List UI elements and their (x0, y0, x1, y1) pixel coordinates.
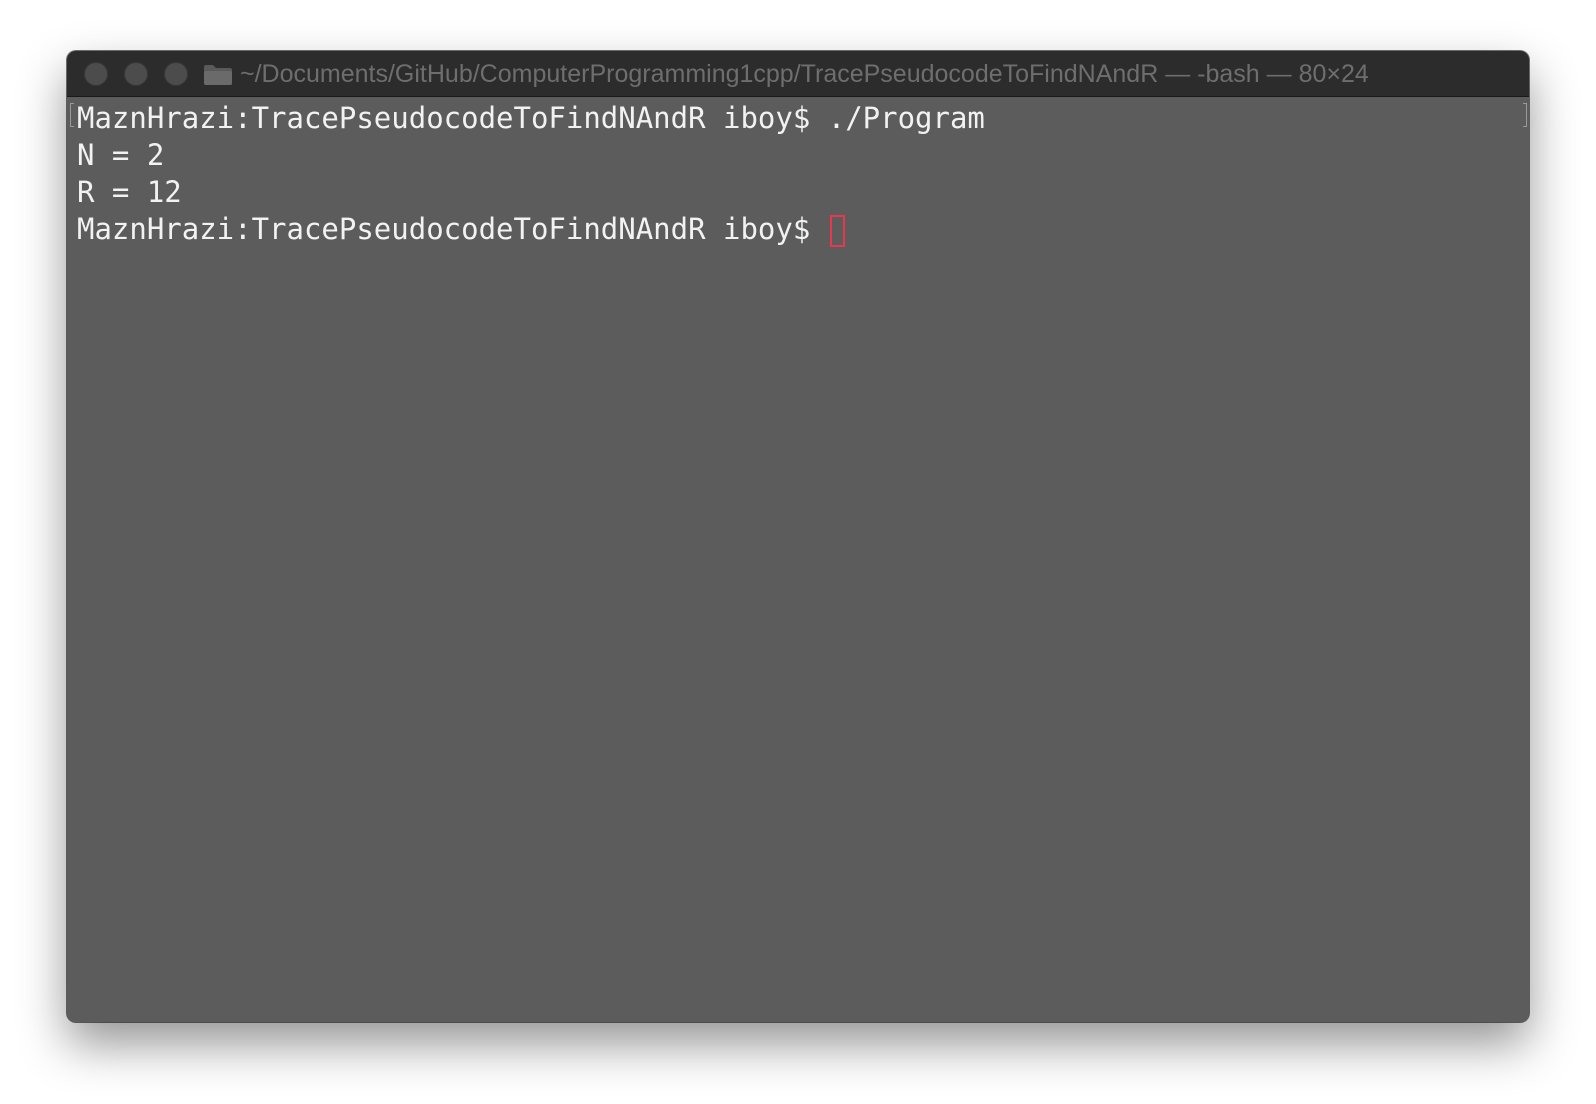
window-title: ~/Documents/GitHub/ComputerProgramming1c… (240, 60, 1369, 88)
minimize-button[interactable] (124, 62, 148, 86)
mark-bracket-left (70, 103, 74, 127)
terminal-line: R = 12 (77, 175, 182, 209)
title-bar[interactable]: ~/Documents/GitHub/ComputerProgramming1c… (67, 51, 1529, 97)
folder-icon (204, 65, 232, 85)
terminal-content[interactable]: MaznHrazi:TracePseudocodeToFindNAndR ibo… (77, 97, 1517, 1012)
terminal-line: N = 2 (77, 138, 165, 172)
prompt-text: MaznHrazi:TracePseudocodeToFindNAndR ibo… (77, 212, 828, 246)
zoom-button[interactable] (164, 62, 188, 86)
close-button[interactable] (84, 62, 108, 86)
text-cursor (829, 215, 845, 247)
mark-bracket-right (1523, 103, 1527, 127)
terminal-window: ~/Documents/GitHub/ComputerProgramming1c… (67, 51, 1529, 1022)
terminal-line: MaznHrazi:TracePseudocodeToFindNAndR ibo… (77, 101, 985, 135)
terminal-prompt-line: MaznHrazi:TracePseudocodeToFindNAndR ibo… (77, 210, 845, 248)
